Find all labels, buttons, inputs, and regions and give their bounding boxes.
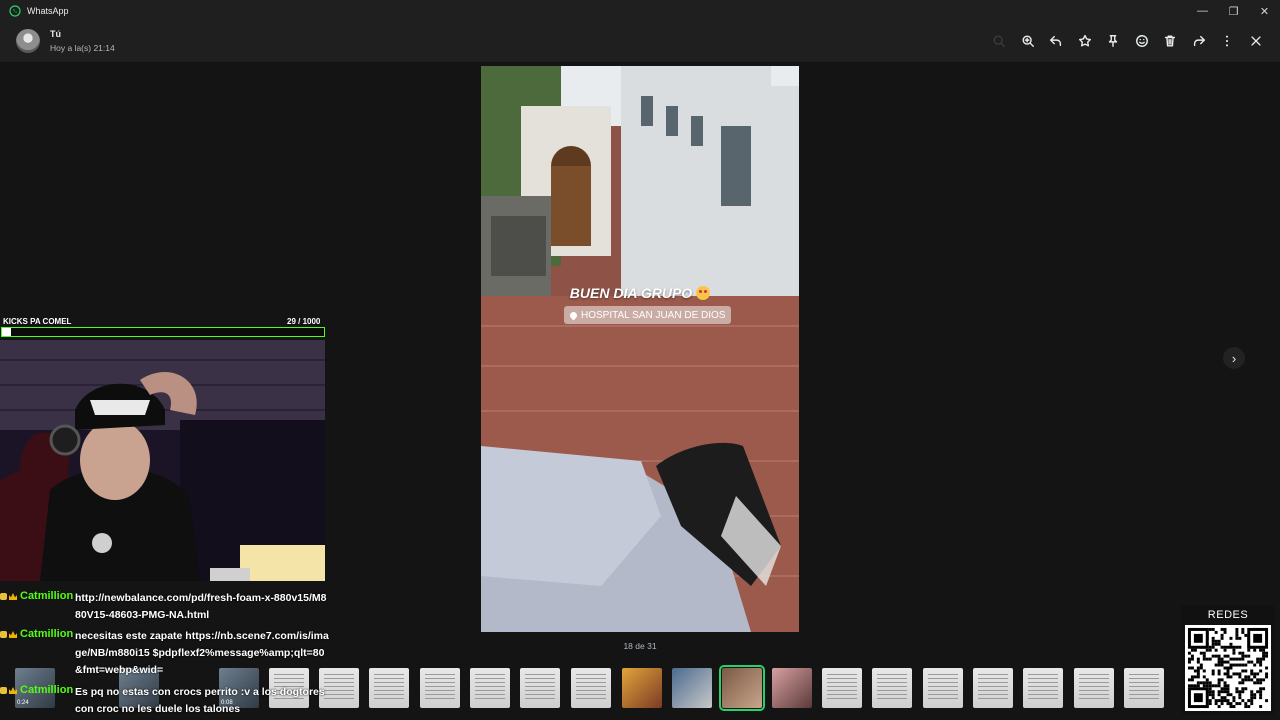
stream-goal-progress-bar bbox=[1, 327, 325, 337]
forward-button[interactable] bbox=[1185, 28, 1214, 54]
avatar[interactable] bbox=[16, 29, 40, 53]
media-thumbnail[interactable] bbox=[520, 668, 560, 708]
media-photo[interactable]: BUEN DIA GRUPO HOSPITAL SAN JUAN DE DIOS bbox=[481, 66, 799, 632]
star-button[interactable] bbox=[1071, 28, 1100, 54]
sender-name: Tú bbox=[50, 29, 61, 39]
sub-badge-icon bbox=[0, 631, 7, 638]
media-viewer-header: Tú Hoy a la(s) 21:14 bbox=[0, 22, 1280, 62]
minimize-button[interactable]: — bbox=[1187, 0, 1218, 22]
star-icon bbox=[1078, 34, 1091, 47]
media-thumbnail[interactable] bbox=[923, 668, 963, 708]
stream-goal-label: KICKS PA COMEL bbox=[3, 317, 72, 326]
sub-badge-icon bbox=[0, 593, 7, 600]
media-thumbnail[interactable] bbox=[1124, 668, 1164, 708]
streamer-webcam bbox=[0, 340, 325, 581]
forward-icon bbox=[1193, 35, 1205, 47]
whatsapp-logo-icon bbox=[9, 5, 21, 17]
close-icon bbox=[1251, 36, 1261, 46]
photo-scene-image bbox=[481, 66, 799, 632]
crown-badge-icon bbox=[9, 631, 17, 638]
pin-button[interactable] bbox=[1099, 28, 1128, 54]
window-close-button[interactable]: ✕ bbox=[1249, 0, 1280, 22]
goal-progress-fill bbox=[2, 328, 12, 336]
close-viewer-button[interactable] bbox=[1242, 28, 1271, 54]
chat-username: Catmillion bbox=[20, 590, 74, 602]
title-bar: WhatsApp — ❐ ✕ bbox=[0, 0, 1280, 22]
chat-text: necesitas este zapate https://nb.scene7.… bbox=[75, 630, 329, 676]
react-button[interactable] bbox=[1128, 28, 1157, 54]
sub-badge-icon bbox=[0, 687, 7, 694]
reply-icon bbox=[1050, 35, 1062, 47]
location-pin-icon bbox=[568, 310, 579, 320]
message-timestamp: Hoy a la(s) 21:14 bbox=[50, 43, 115, 53]
media-thumbnail[interactable] bbox=[719, 665, 765, 711]
pin-icon bbox=[1109, 35, 1118, 47]
media-thumbnail[interactable] bbox=[973, 668, 1013, 708]
media-thumbnail[interactable] bbox=[571, 668, 611, 708]
chevron-right-icon: › bbox=[1231, 350, 1237, 366]
emoji-icon bbox=[1135, 35, 1148, 47]
next-media-button[interactable]: › bbox=[1223, 347, 1245, 369]
media-thumbnail[interactable] bbox=[622, 668, 662, 708]
caption-text: BUEN DIA GRUPO bbox=[569, 285, 693, 301]
video-duration: 0:24 bbox=[17, 700, 29, 706]
media-thumbnail[interactable] bbox=[1023, 668, 1063, 708]
more-options-button[interactable] bbox=[1213, 28, 1242, 54]
media-thumbnail[interactable] bbox=[470, 668, 510, 708]
media-thumbnail[interactable] bbox=[822, 668, 862, 708]
app-title: WhatsApp bbox=[27, 6, 69, 16]
reply-button[interactable] bbox=[1042, 28, 1071, 54]
redes-qr-panel: REDES bbox=[1181, 605, 1275, 715]
media-thumbnail[interactable] bbox=[369, 668, 409, 708]
webcam-image bbox=[0, 340, 325, 581]
redes-label: REDES bbox=[1207, 609, 1249, 621]
story-caption: BUEN DIA GRUPO bbox=[481, 285, 799, 301]
heart-eyes-emoji-icon bbox=[696, 286, 711, 300]
media-thumbnail[interactable] bbox=[672, 668, 712, 708]
media-thumbnail[interactable] bbox=[420, 668, 460, 708]
chat-username: Catmillion bbox=[20, 684, 74, 696]
chat-text: Es pq no estas con crocs perrito :v a lo… bbox=[75, 686, 325, 715]
location-text: HOSPITAL SAN JUAN DE DIOS bbox=[581, 309, 726, 321]
search-icon bbox=[993, 35, 1006, 47]
delete-icon bbox=[1165, 35, 1176, 47]
qr-code-icon bbox=[1185, 625, 1271, 711]
zoom-in-button[interactable] bbox=[1014, 28, 1043, 54]
zoom-in-icon bbox=[1022, 35, 1034, 47]
viewer-toolbar bbox=[985, 28, 1270, 54]
search-button[interactable] bbox=[985, 28, 1014, 54]
more-icon bbox=[1226, 35, 1229, 47]
location-sticker: HOSPITAL SAN JUAN DE DIOS bbox=[564, 306, 732, 324]
chat-username: Catmillion bbox=[20, 628, 74, 640]
chat-text: http://newbalance.com/pd/fresh-foam-x-88… bbox=[75, 592, 327, 621]
media-thumbnail[interactable] bbox=[1074, 668, 1114, 708]
restore-button[interactable]: ❐ bbox=[1218, 0, 1249, 22]
crown-badge-icon bbox=[9, 593, 17, 600]
stream-goal-count: 29 / 1000 bbox=[287, 317, 321, 326]
media-thumbnail[interactable] bbox=[772, 668, 812, 708]
media-counter: 18 de 31 bbox=[623, 641, 657, 651]
media-thumbnail[interactable] bbox=[872, 668, 912, 708]
delete-button[interactable] bbox=[1156, 28, 1185, 54]
